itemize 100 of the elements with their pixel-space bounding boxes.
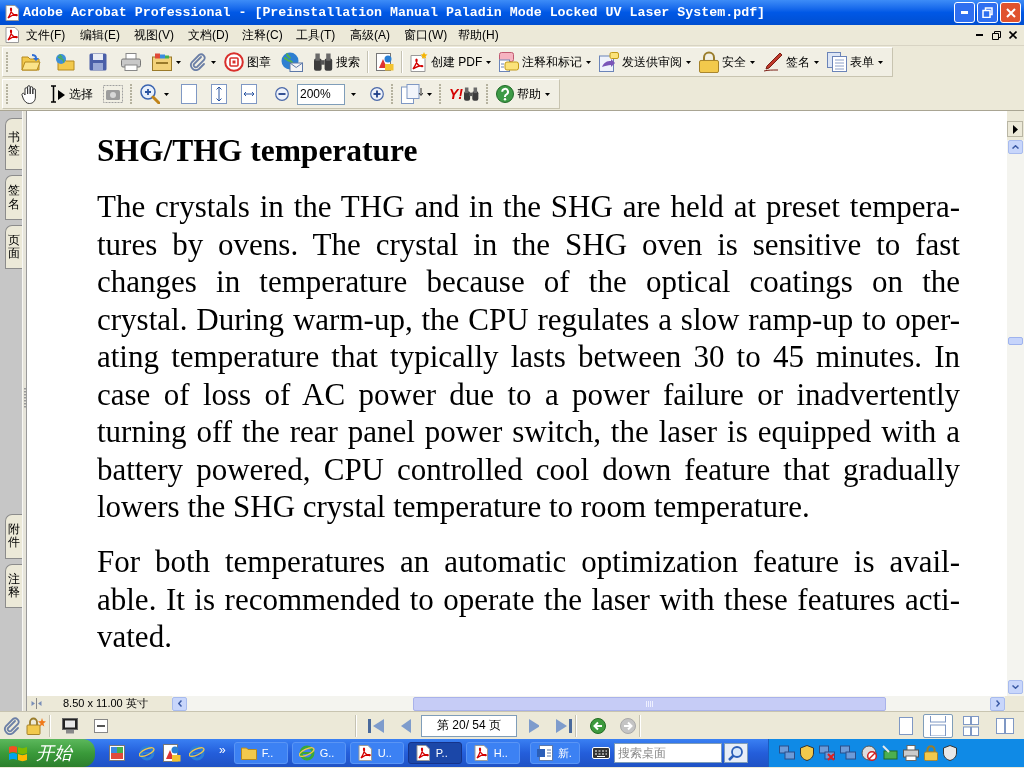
scroll-up-button[interactable] [1008, 140, 1023, 154]
seal-stamp-icon [224, 52, 244, 72]
full-screen-button[interactable] [62, 717, 78, 734]
panel-toggle-button[interactable] [1007, 121, 1023, 137]
caret-icon [814, 60, 820, 64]
network-error-icon [819, 745, 835, 761]
menu-item[interactable]: 视图(V) [130, 27, 184, 43]
create-pdf-button[interactable]: 创建 PDF [406, 49, 496, 75]
stamp-button[interactable]: 图章 [220, 49, 275, 75]
grip-icon [6, 84, 9, 104]
first-page-button[interactable] [368, 717, 384, 734]
scroll-down-button[interactable] [1008, 680, 1023, 694]
padlock-icon [699, 51, 720, 73]
last-page-button[interactable] [556, 717, 572, 734]
scrollbar-thumb[interactable] [413, 696, 886, 711]
facing-pages-icon [996, 717, 1014, 734]
close-button[interactable] [1000, 2, 1021, 23]
page-number-field[interactable]: 第 20/ 54 页 [421, 714, 517, 737]
web-search-button[interactable]: Y! [445, 81, 483, 107]
binoculars-icon [463, 87, 479, 101]
pdf-page-star-icon [410, 52, 428, 72]
quick-launch-button[interactable] [109, 745, 125, 761]
menu-item[interactable]: 帮助(H) [454, 27, 508, 43]
pen-icon [763, 52, 784, 72]
minus-circle-icon [275, 87, 289, 101]
horizontal-arrows-page-icon [241, 84, 257, 104]
binoculars-icon [313, 53, 333, 71]
scroll-left-button[interactable] [172, 696, 187, 711]
paperclip-icon [3, 716, 21, 735]
page-layout-button[interactable] [923, 713, 953, 738]
more-button[interactable]: » [219, 744, 226, 756]
globe-folder-icon [55, 53, 75, 71]
text-cursor-arrow-icon [50, 85, 66, 103]
side-panel-tab[interactable]: 页面 [5, 224, 22, 270]
search-button[interactable]: 搜索 [309, 49, 364, 75]
minus-box-icon [94, 718, 108, 733]
first-page-icon [368, 717, 384, 734]
quick-launch-button[interactable] [163, 744, 181, 762]
pdf-file-icon [356, 745, 373, 761]
menu-item[interactable]: 注释(C) [238, 27, 292, 43]
previous-view-button[interactable] [590, 717, 606, 734]
restore-button[interactable] [977, 2, 998, 23]
taskbar-button[interactable]: F.. [233, 742, 288, 764]
previous-page-button[interactable] [401, 717, 411, 734]
help-icon [496, 85, 514, 103]
caret-icon [351, 92, 356, 96]
help-button[interactable]: 帮助 [492, 81, 554, 107]
menu-item[interactable]: 编辑(E) [76, 27, 130, 43]
quick-launch-button[interactable] [139, 745, 155, 761]
side-panel-tab[interactable]: 附件 [5, 514, 22, 559]
scroll-right-button[interactable] [990, 696, 1005, 711]
picture-icon [109, 745, 125, 761]
menu-item[interactable]: 窗口(W) [400, 27, 454, 43]
zoom-field[interactable]: 200% [297, 83, 345, 105]
attachments-button[interactable] [2, 716, 22, 735]
taskbar-button[interactable]: 新. [529, 742, 580, 764]
sign-button[interactable]: 签名 [759, 49, 824, 75]
minimize-icon [975, 34, 983, 36]
side-panel-tab[interactable]: 签名 [5, 175, 22, 220]
monitor-icon [62, 717, 78, 734]
security-button[interactable]: 安全 [695, 49, 760, 75]
stacked-pages-icon [827, 52, 848, 72]
chevron-right-icon [995, 700, 1000, 707]
side-panel-tab[interactable]: 书签 [5, 118, 22, 171]
close-icon [1009, 31, 1017, 39]
menu-item[interactable]: 高级(A) [346, 27, 400, 43]
side-panel-tab[interactable]: 注释 [5, 563, 22, 608]
triangle-right-icon [1012, 124, 1018, 134]
quick-launch-button[interactable] [189, 745, 205, 761]
search-button[interactable] [723, 743, 748, 763]
next-page-button[interactable] [529, 717, 539, 734]
caret-icon [750, 60, 756, 64]
send-review-button[interactable]: 发送供审阅 [595, 49, 696, 75]
chevron-down-icon [1012, 685, 1019, 689]
taskbar-button[interactable]: G.. [291, 742, 346, 764]
taskbar-button[interactable]: H.. [465, 742, 520, 764]
color-chart-page-icon [376, 53, 394, 71]
comment-markup-button[interactable]: 注释和标记 [495, 49, 596, 75]
taskbar-button[interactable]: U.. [349, 742, 404, 764]
menu-item[interactable]: 工具(T) [292, 27, 346, 43]
page-size-label: 8.50 x 11.00 英寸 [63, 696, 148, 712]
taskbar-button[interactable]: P.. [407, 742, 462, 764]
device-icon [882, 745, 898, 761]
menu-item[interactable]: 文档(D) [184, 27, 238, 43]
desktop-search-field[interactable]: 搜索桌面 [613, 743, 722, 763]
forms-button[interactable]: 表单 [823, 49, 888, 75]
start-button[interactable]: 开始 [0, 739, 95, 767]
printer-icon [121, 53, 141, 71]
select-tool-button[interactable]: 选择 [46, 81, 97, 107]
collapse-button[interactable] [94, 718, 108, 733]
plus-circle-icon [370, 87, 384, 101]
menu-item[interactable]: 文件(F) [22, 27, 76, 43]
document-icon [536, 745, 553, 761]
scrollbar-thumb[interactable] [1008, 337, 1023, 345]
minimize-button[interactable] [954, 2, 975, 23]
pdf-file-icon [4, 27, 20, 43]
blocked-icon [861, 745, 877, 761]
grip-icon [6, 52, 9, 72]
grip-icon [439, 84, 442, 104]
security-status-button[interactable] [26, 716, 46, 735]
